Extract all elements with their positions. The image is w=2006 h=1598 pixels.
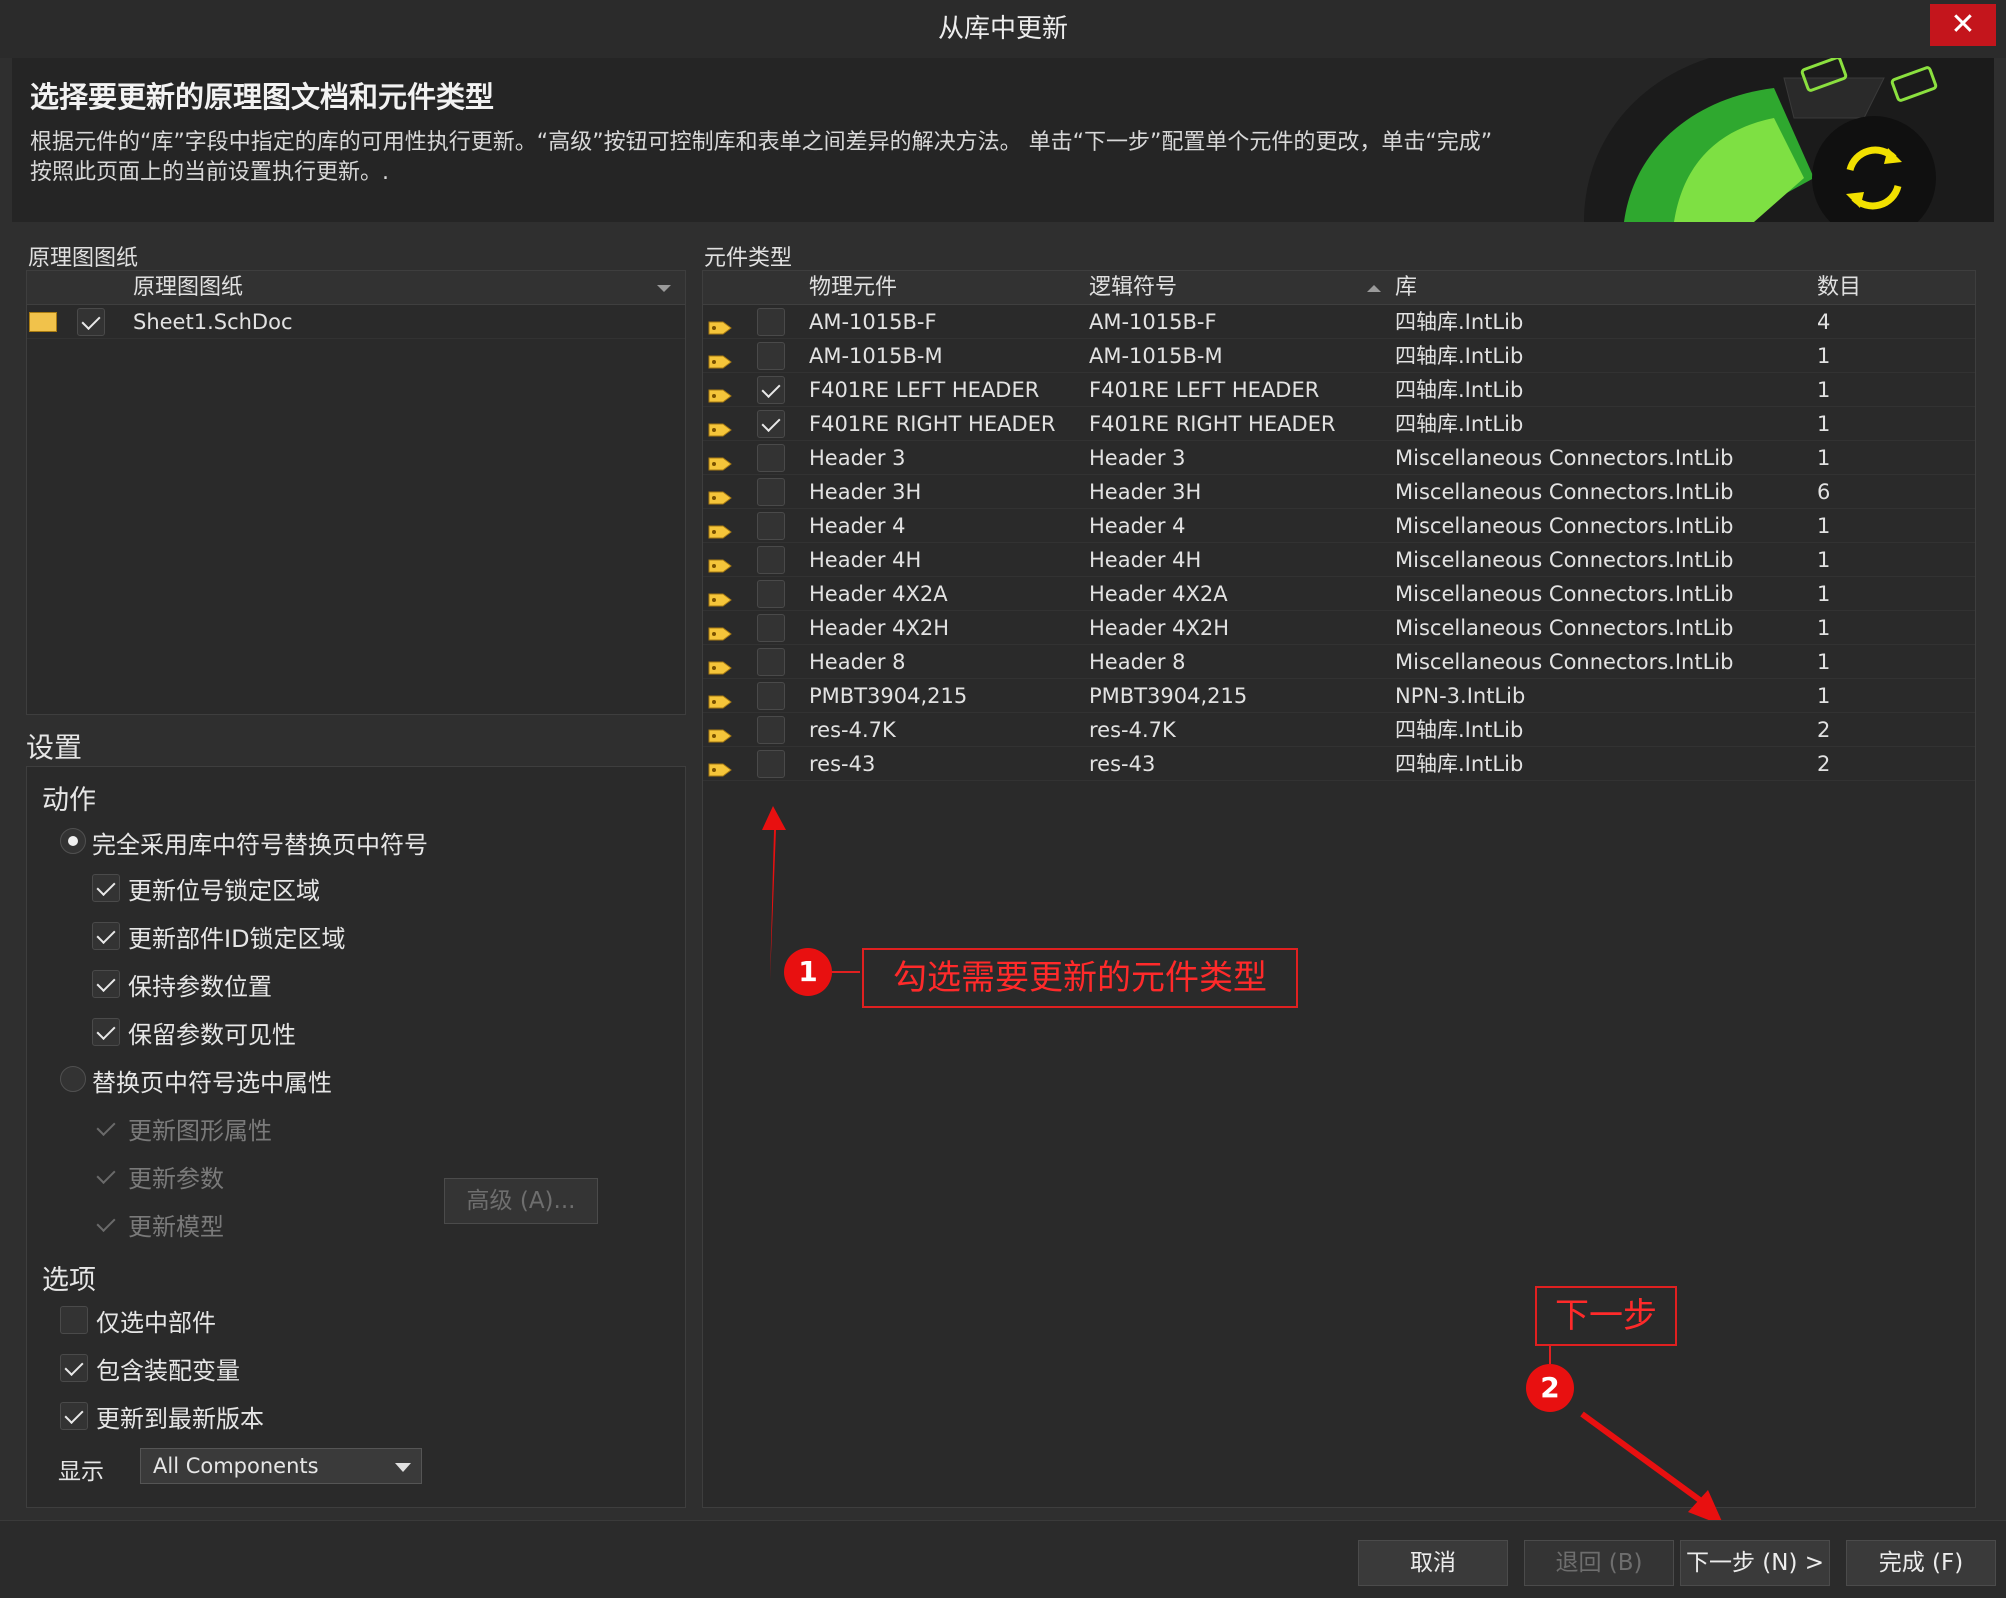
annotation-marker-2: 2 [1526,1364,1574,1412]
finish-button[interactable]: 完成 (F) [1846,1540,1996,1586]
annotation-arrows [762,806,1724,1526]
annotation-label-2: 下一步 [1535,1286,1677,1346]
next-button[interactable]: 下一步 (N) > [1680,1540,1830,1586]
back-button[interactable]: 退回 (B) [1524,1540,1674,1586]
cancel-button[interactable]: 取消 [1358,1540,1508,1586]
annotation-label-1: 勾选需要更新的元件类型 [862,948,1298,1008]
annotation-marker-1: 1 [784,948,832,996]
dialog-window: 从库中更新 ✕ 选择要更新的原理图文档和元件类型 根据元件的“库”字段中指定的库… [0,0,2006,1598]
